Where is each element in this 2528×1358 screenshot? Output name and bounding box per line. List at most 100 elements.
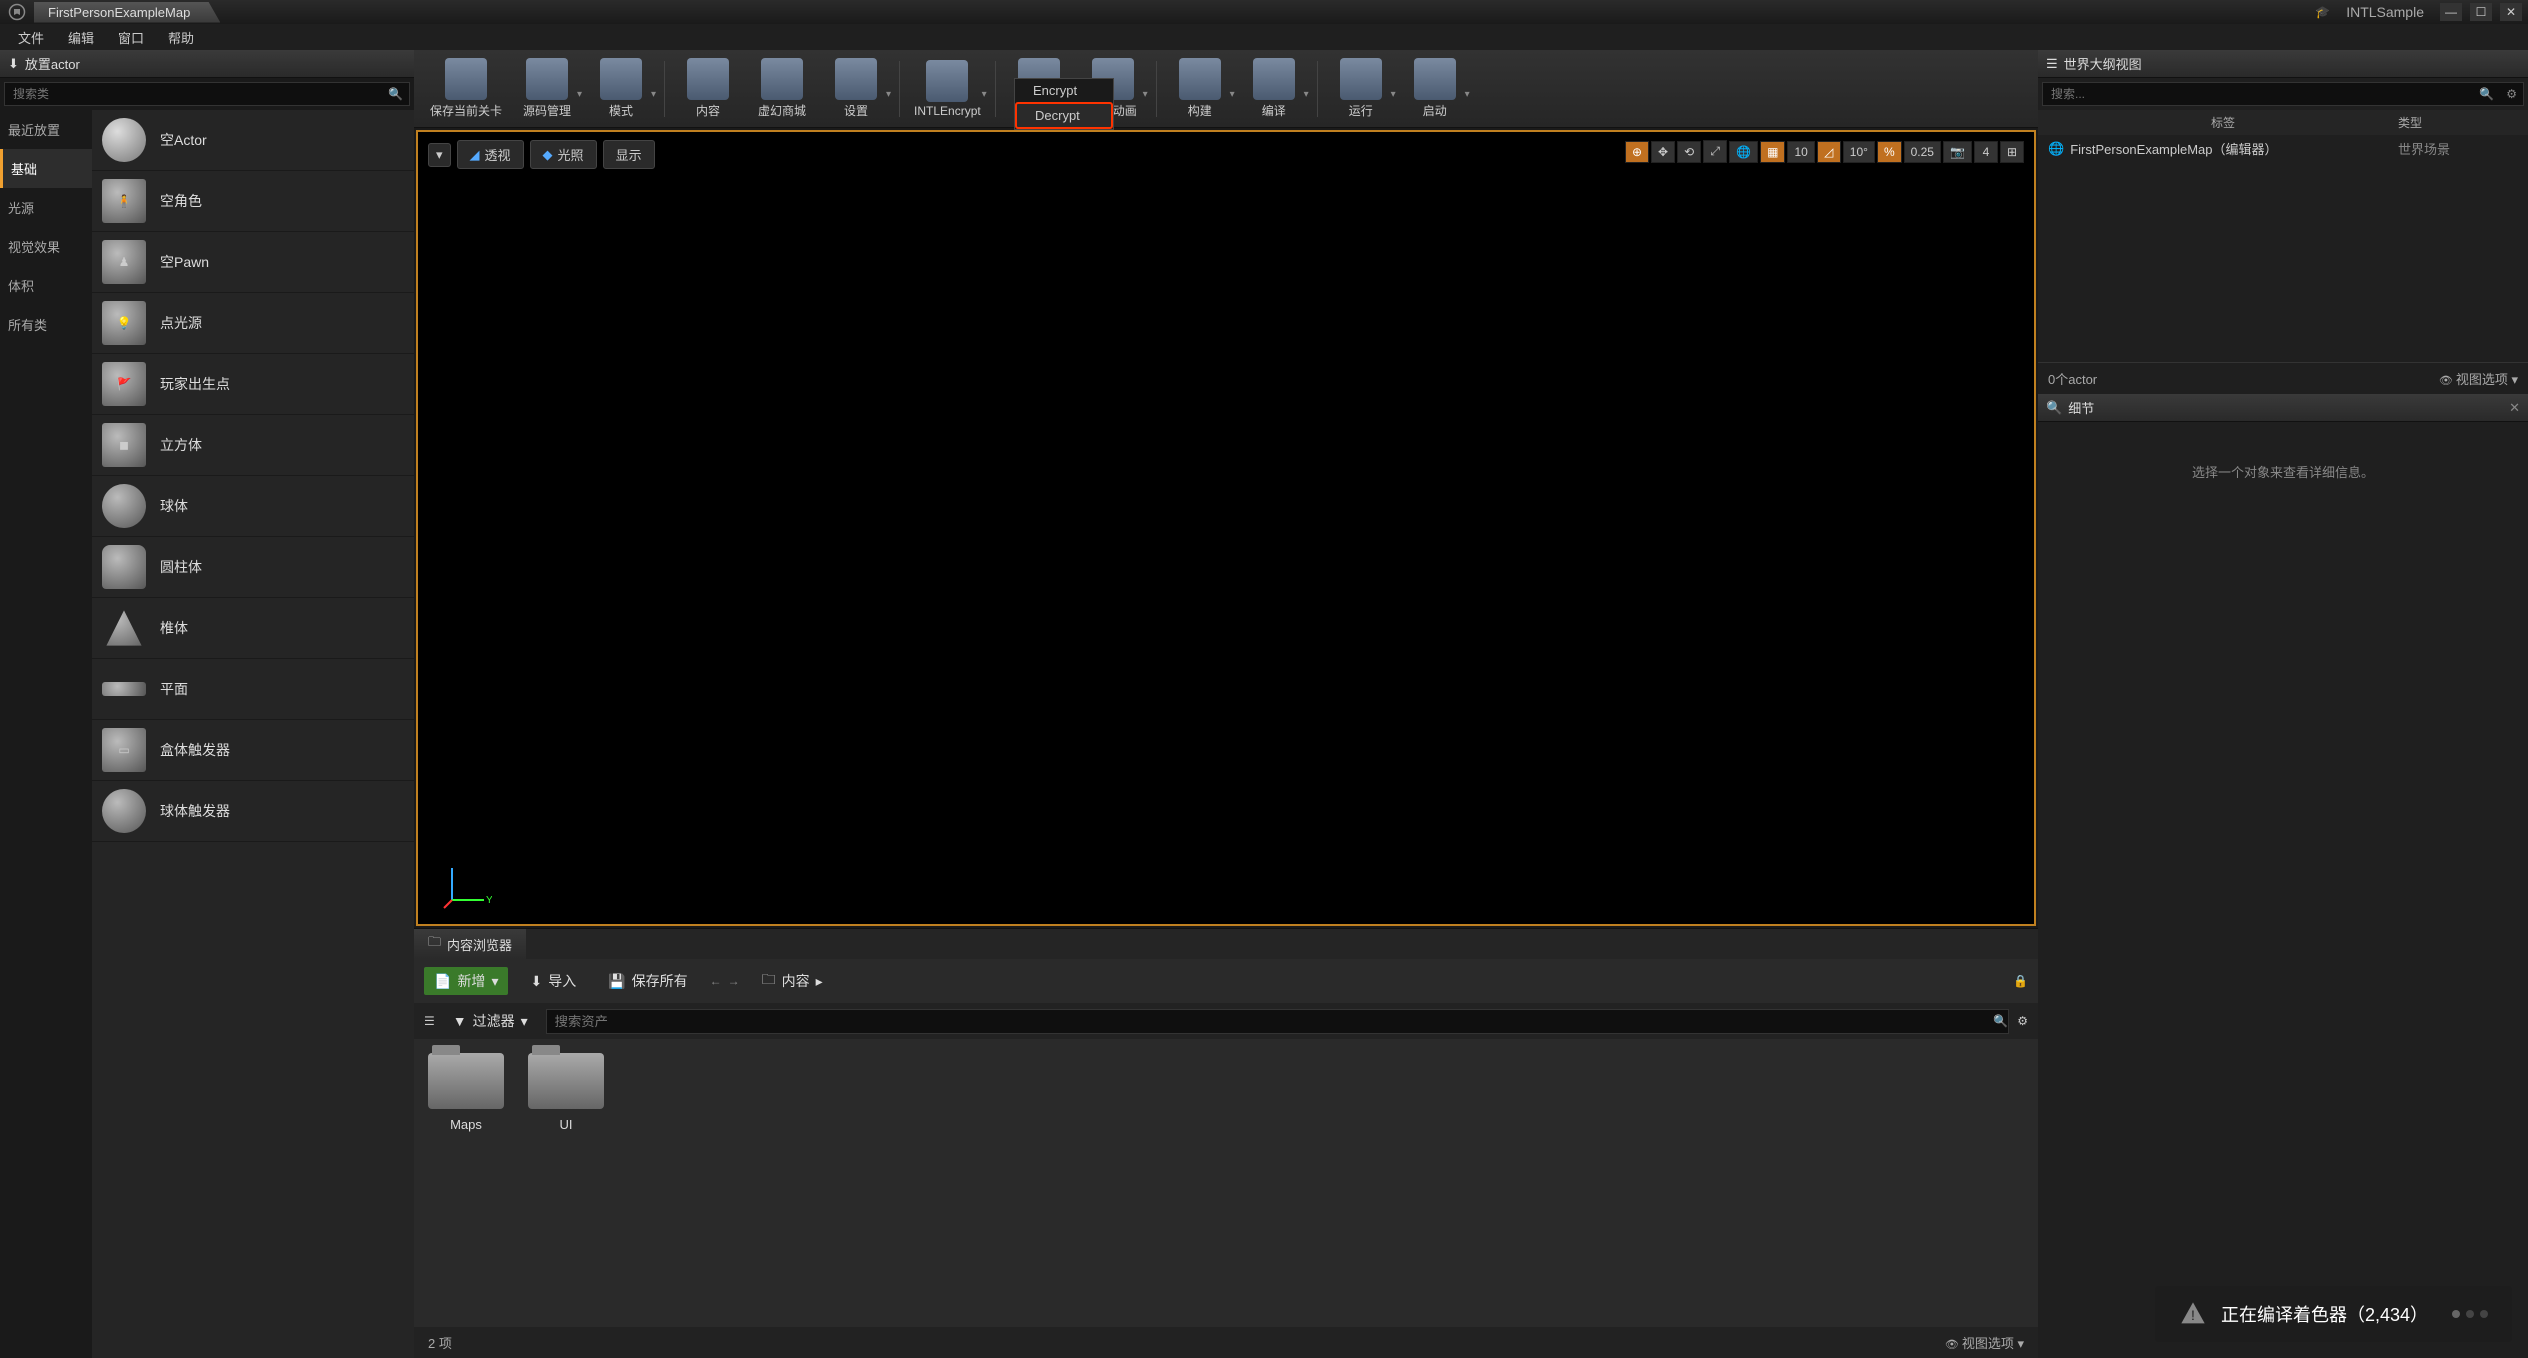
map-tab[interactable]: FirstPersonExampleMap [34,2,220,23]
viewport-show[interactable]: 显示 [603,140,655,169]
menu-edit[interactable]: 编辑 [56,24,106,51]
vp-translate[interactable]: ✥ [1651,141,1675,163]
vp-scale-snap[interactable]: % [1877,141,1902,163]
place-search[interactable]: 🔍 [4,82,410,106]
viewport-options[interactable]: ▾ [428,143,451,167]
toolbar-设置[interactable]: 设置▾ [819,54,893,123]
toolbar-源码管理[interactable]: 源码管理▾ [510,54,584,123]
col-type[interactable]: 类型 [2398,114,2518,131]
chevron-down-icon[interactable]: ▾ [982,89,987,100]
add-new-button[interactable]: 📄 新增 ▾ [424,967,508,995]
save-all-button[interactable]: 💾 保存所有 [598,967,697,995]
content-browser-tab[interactable]: 🗀 内容浏览器 [414,929,526,959]
toolbar-INTLEncrypt[interactable]: INTLEncrypt▾ [906,56,989,122]
toolbar-启动[interactable]: 启动▾ [1398,54,1472,123]
actor-pawn[interactable]: ♟空Pawn [92,232,414,293]
cb-view-options[interactable]: 视图选项 ▾ [1945,1333,2024,1352]
outliner-row[interactable]: 🌐 FirstPersonExampleMap（编辑器） 世界场景 [2038,135,2528,162]
chevron-down-icon[interactable]: ▾ [577,89,582,100]
encrypt-menu-item[interactable]: Encrypt [1015,79,1113,102]
outliner-view-options[interactable]: 视图选项 ▾ [2439,369,2518,388]
asset-search-input[interactable] [547,1010,1994,1033]
cat-all[interactable]: 所有类 [0,305,92,344]
search-icon[interactable]: 🔍 [382,87,409,101]
vp-coord[interactable]: 🌐 [1729,141,1758,163]
actor-cube[interactable]: ◼立方体 [92,415,414,476]
vp-maximize[interactable]: ⊞ [2000,141,2024,163]
asset-search[interactable]: 🔍 [546,1009,2010,1034]
vp-grid-value[interactable]: 10 [1787,141,1814,163]
actor-boxtrigger[interactable]: ▭盒体触发器 [92,720,414,781]
vp-scale-value[interactable]: 0.25 [1904,141,1941,163]
chevron-down-icon[interactable]: ▾ [651,89,656,100]
col-label[interactable]: 标签 [2048,114,2398,131]
asset-grid[interactable]: Maps UI [414,1039,2038,1327]
viewport-perspective[interactable]: ◢透视 [457,140,524,169]
actor-plane[interactable]: 平面 [92,659,414,720]
actor-sphere[interactable]: 球体 [92,476,414,537]
place-search-input[interactable] [5,83,382,105]
maximize-button[interactable]: ☐ [2470,3,2492,21]
chevron-down-icon[interactable]: ▾ [1143,89,1148,100]
chevron-down-icon[interactable]: ▾ [1304,89,1309,100]
toolbar-运行[interactable]: 运行▾ [1324,54,1398,123]
toolbar-编译[interactable]: 编译▾ [1237,54,1311,123]
vp-angle-value[interactable]: 10° [1843,141,1875,163]
actor-label: 椎体 [160,618,188,638]
menu-file[interactable]: 文件 [6,24,56,51]
toolbar-保存当前关卡[interactable]: 保存当前关卡 [422,54,510,123]
actor-empty[interactable]: 空Actor [92,110,414,171]
cat-lights[interactable]: 光源 [0,188,92,227]
vp-angle-snap[interactable]: ◿ [1817,141,1841,163]
actor-pointlight[interactable]: 💡点光源 [92,293,414,354]
vp-select-mode[interactable]: ⊕ [1625,141,1649,163]
menu-help[interactable]: 帮助 [156,24,206,51]
decrypt-menu-item[interactable]: Decrypt [1015,102,1113,129]
toolbar-虚幻商城[interactable]: 虚幻商城 [745,54,819,123]
vp-scale[interactable]: ⤢ [1703,140,1727,163]
chevron-down-icon[interactable]: ▾ [1391,89,1396,100]
cat-basic[interactable]: 基础 [0,149,92,188]
folder-ui[interactable]: UI [528,1053,604,1132]
close-button[interactable]: ✕ [2500,3,2522,21]
details-close[interactable]: ✕ [2509,400,2520,416]
chevron-down-icon[interactable]: ▾ [1465,89,1470,100]
outliner-search-input[interactable] [2043,83,2473,105]
path-breadcrumb[interactable]: 🗀 内容 ▸ [752,965,833,997]
toolbar-separator [1317,61,1318,117]
cat-recent[interactable]: 最近放置 [0,110,92,149]
sources-toggle[interactable]: ☰ [424,1014,435,1028]
vp-cam-speed[interactable]: 4 [1974,141,1998,163]
actor-cylinder[interactable]: 圆柱体 [92,537,414,598]
search-icon[interactable]: 🔍 [1993,1014,2008,1028]
toolbar-内容[interactable]: 内容 [671,54,745,123]
toolbar-构建[interactable]: 构建▾ [1163,54,1237,123]
filters-button[interactable]: ▼ 过滤器 ▾ [443,1007,538,1035]
actor-playerstart[interactable]: 🚩玩家出生点 [92,354,414,415]
vp-rotate[interactable]: ⟲ [1677,141,1701,163]
viewport[interactable]: ▾ ◢透视 ◆光照 显示 ⊕ ✥ ⟲ ⤢ 🌐 ▦ 10 ◿ 10° % 0.25… [416,130,2036,926]
menu-window[interactable]: 窗口 [106,24,156,51]
import-button[interactable]: ⬇ 导入 [520,967,586,995]
toolbar-模式[interactable]: 模式▾ [584,54,658,123]
cb-settings-icon[interactable]: ⚙ [2017,1014,2028,1028]
minimize-button[interactable]: — [2440,3,2462,21]
chevron-down-icon[interactable]: ▾ [1230,89,1235,100]
search-icon[interactable]: 🔍 [2473,87,2500,101]
vp-cam-speed-icon[interactable]: 📷 [1943,141,1972,163]
cat-volumes[interactable]: 体积 [0,266,92,305]
outliner-search[interactable]: 🔍 ⚙ [2042,82,2524,106]
graduation-icon[interactable]: 🎓 [2315,5,2330,19]
lock-icon[interactable]: 🔒 [2013,974,2028,988]
actor-cone[interactable]: 椎体 [92,598,414,659]
viewport-lighting[interactable]: ◆光照 [530,140,597,169]
nav-back[interactable]: ← [710,974,722,988]
vp-grid-snap[interactable]: ▦ [1760,141,1785,163]
actor-character[interactable]: 🧍空角色 [92,171,414,232]
nav-fwd[interactable]: → [728,974,740,988]
folder-maps[interactable]: Maps [428,1053,504,1132]
cat-visual[interactable]: 视觉效果 [0,227,92,266]
actor-spheretrigger[interactable]: 球体触发器 [92,781,414,842]
outliner-filter-icon[interactable]: ⚙ [2500,87,2523,101]
chevron-down-icon[interactable]: ▾ [886,89,891,100]
